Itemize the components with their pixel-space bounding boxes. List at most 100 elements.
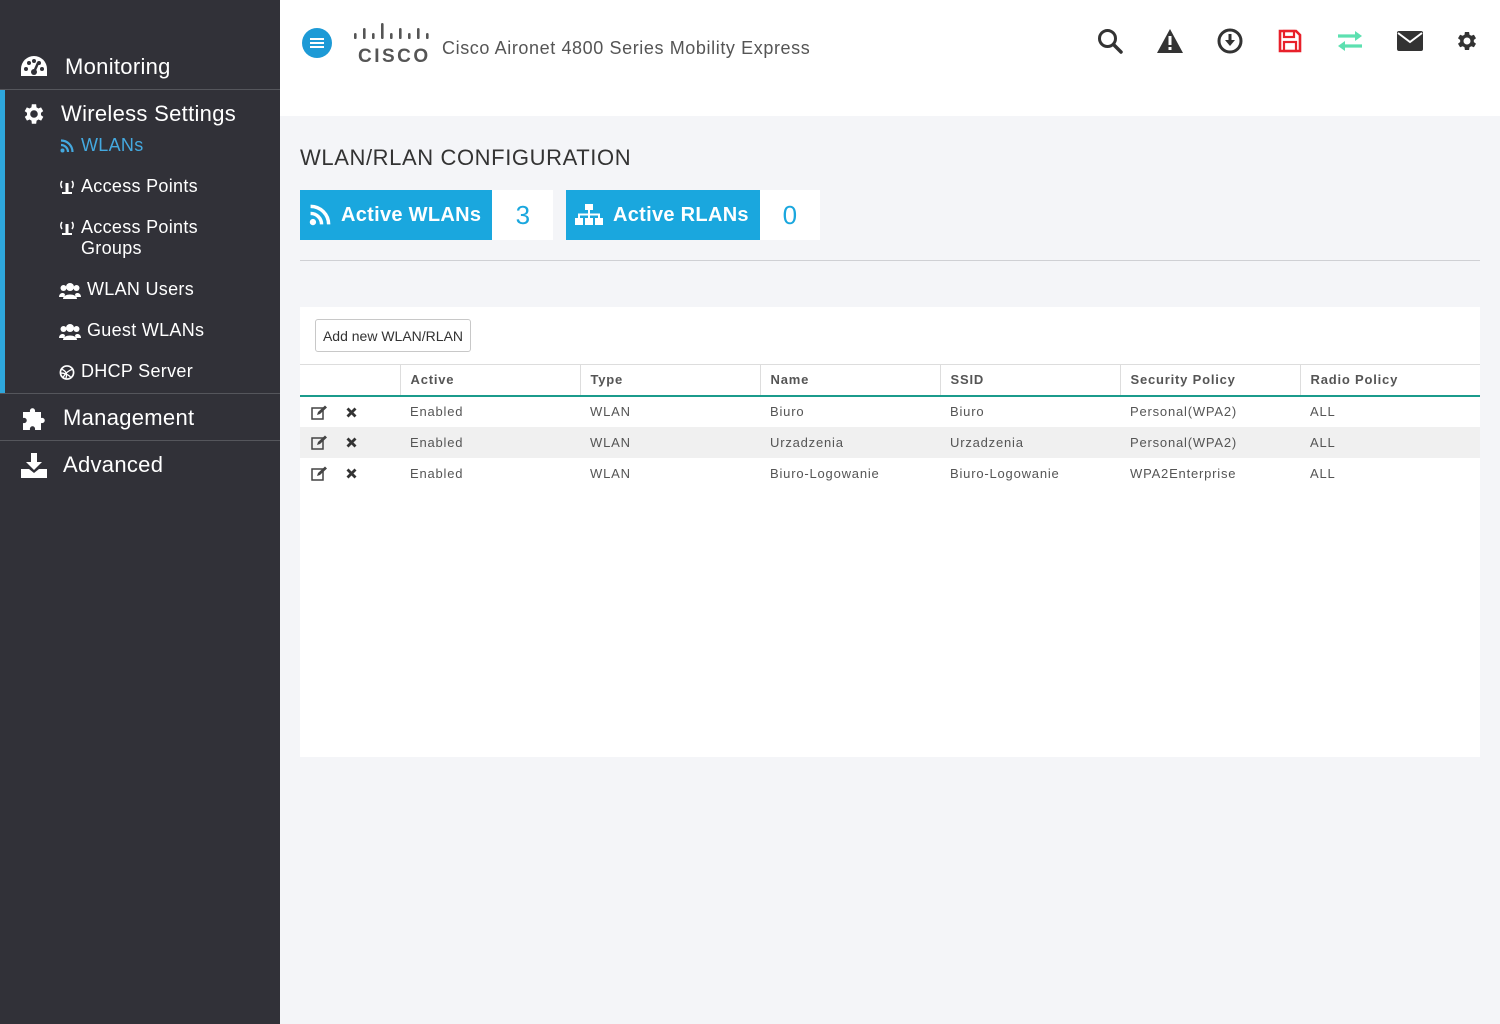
page-title: WLAN/RLAN CONFIGURATION	[300, 145, 632, 170]
active-rlans-stat: Active RLANs 0	[566, 190, 820, 240]
delete-icon[interactable]	[346, 407, 357, 418]
cell-active: Enabled	[410, 465, 464, 481]
active-rlans-count: 0	[759, 190, 820, 240]
table-row: Enabled WLAN Biuro Biuro Personal(WPA2) …	[300, 396, 1480, 427]
column-header-type[interactable]: Type	[579, 364, 760, 396]
cell-active: Enabled	[410, 434, 464, 450]
column-header-ssid[interactable]: SSID	[939, 364, 1120, 396]
settings-button[interactable]	[1452, 26, 1482, 56]
users-icon	[59, 281, 81, 299]
top-header: CISCO Cisco Aironet 4800 Series Mobility…	[280, 0, 1500, 116]
nav-divider	[0, 440, 280, 441]
nav-monitoring[interactable]: Monitoring	[0, 45, 280, 89]
cell-type: WLAN	[590, 434, 631, 450]
transfer-button[interactable]	[1335, 26, 1365, 56]
download-tray-icon	[19, 450, 49, 480]
row-actions	[300, 396, 400, 427]
cell-radio-policy: ALL	[1310, 465, 1336, 481]
nav-divider	[0, 393, 280, 394]
sidebar-item-label: Guest WLANs	[87, 320, 205, 340]
download-icon	[1217, 28, 1243, 54]
dhcp-icon	[59, 363, 75, 381]
active-wlans-label: Active WLANs	[341, 203, 482, 226]
nav-monitoring-label: Monitoring	[65, 54, 171, 79]
dashboard-icon	[19, 52, 49, 82]
gear-icon	[1458, 32, 1476, 50]
table-row: Enabled WLAN Urzadzenia Urzadzenia Perso…	[300, 426, 1480, 458]
column-header-security-policy[interactable]: Security Policy	[1119, 364, 1300, 396]
save-configuration-button[interactable]	[1275, 26, 1305, 56]
sidebar-item-label: DHCP Server	[81, 361, 193, 381]
puzzle-icon	[19, 403, 49, 433]
nav-advanced-label: Advanced	[63, 452, 164, 477]
wlan-table-panel: Add new WLAN/RLAN Active Type Name SSID …	[300, 307, 1480, 757]
column-header-radio-policy[interactable]: Radio Policy	[1299, 364, 1480, 396]
nav-divider	[0, 89, 280, 90]
sidebar-item-wlans[interactable]: WLANs	[59, 135, 144, 156]
sidebar-item-wlan-users[interactable]: WLAN Users	[59, 279, 194, 300]
sidebar-item-label: Access Points	[81, 176, 198, 196]
cell-ssid: Biuro-Logowanie	[950, 465, 1060, 481]
cell-active: Enabled	[410, 404, 464, 419]
alert-icon	[1157, 29, 1183, 53]
nav-management[interactable]: Management	[0, 396, 280, 440]
edit-icon[interactable]	[311, 466, 327, 481]
sidebar-item-guest-wlans[interactable]: Guest WLANs	[59, 320, 204, 341]
row-actions	[300, 458, 400, 489]
product-name: Cisco Aironet 4800 Series Mobility Expre…	[442, 38, 811, 58]
mail-icon	[1397, 31, 1423, 51]
nav-wireless-settings-label: Wireless Settings	[61, 101, 237, 126]
cell-security-policy: WPA2Enterprise	[1130, 465, 1237, 481]
search-icon	[1098, 29, 1123, 54]
alerts-button[interactable]	[1155, 26, 1185, 56]
mail-button[interactable]	[1395, 26, 1425, 56]
edit-icon[interactable]	[311, 405, 327, 420]
users-icon	[59, 322, 81, 340]
cisco-logo: CISCO	[352, 22, 432, 67]
nav-management-label: Management	[63, 405, 195, 430]
active-rlans-label: Active RLANs	[613, 203, 749, 226]
delete-icon[interactable]	[346, 437, 357, 448]
sidebar-item-access-points-groups[interactable]: Access Points Groups	[59, 217, 229, 259]
cell-ssid: Urzadzenia	[950, 434, 1024, 450]
access-point-icon	[59, 219, 75, 237]
download-button[interactable]	[1215, 26, 1245, 56]
active-wlans-count: 3	[492, 190, 554, 240]
add-new-wlan-button[interactable]: Add new WLAN/RLAN	[315, 319, 471, 352]
gear-icon	[19, 99, 49, 129]
cell-type: WLAN	[590, 404, 631, 419]
sidebar-item-label: Access Points Groups	[81, 217, 198, 258]
save-icon	[1278, 29, 1302, 53]
table-row: Enabled WLAN Biuro-Logowanie Biuro-Logow…	[300, 458, 1480, 489]
cell-name: Biuro	[770, 404, 805, 419]
rss-icon	[59, 137, 75, 155]
transfer-icon	[1338, 31, 1362, 51]
search-button[interactable]	[1095, 26, 1125, 56]
sidebar-item-access-points[interactable]: Access Points	[59, 176, 198, 197]
menu-toggle-button[interactable]	[302, 28, 332, 58]
column-header-actions	[300, 365, 400, 396]
wlan-table: Active Type Name SSID Security Policy Ra…	[300, 364, 1480, 489]
access-point-icon	[59, 178, 75, 196]
sidebar-item-dhcp-server[interactable]: DHCP Server	[59, 361, 193, 382]
active-wlans-label-box: Active WLANs	[300, 190, 493, 240]
table-header-row: Active Type Name SSID Security Policy Ra…	[300, 364, 1480, 396]
cell-ssid: Biuro	[950, 404, 985, 419]
row-actions	[300, 427, 400, 458]
rss-icon	[309, 204, 331, 226]
cell-radio-policy: ALL	[1310, 404, 1336, 419]
nav-advanced[interactable]: Advanced	[0, 443, 280, 487]
cell-radio-policy: ALL	[1310, 434, 1336, 450]
delete-icon[interactable]	[346, 468, 357, 479]
cell-name: Biuro-Logowanie	[770, 465, 880, 481]
column-header-name[interactable]: Name	[759, 364, 940, 396]
column-header-active[interactable]: Active	[399, 364, 580, 396]
network-tree-icon	[575, 204, 603, 226]
nav-wireless-settings[interactable]: Wireless Settings	[0, 92, 280, 136]
sidebar-item-label: WLANs	[81, 135, 144, 155]
edit-icon[interactable]	[311, 435, 327, 450]
active-rlans-label-box: Active RLANs	[566, 190, 760, 240]
cell-security-policy: Personal(WPA2)	[1130, 404, 1238, 419]
cisco-logo-text: CISCO	[358, 46, 431, 67]
cell-type: WLAN	[590, 465, 631, 481]
